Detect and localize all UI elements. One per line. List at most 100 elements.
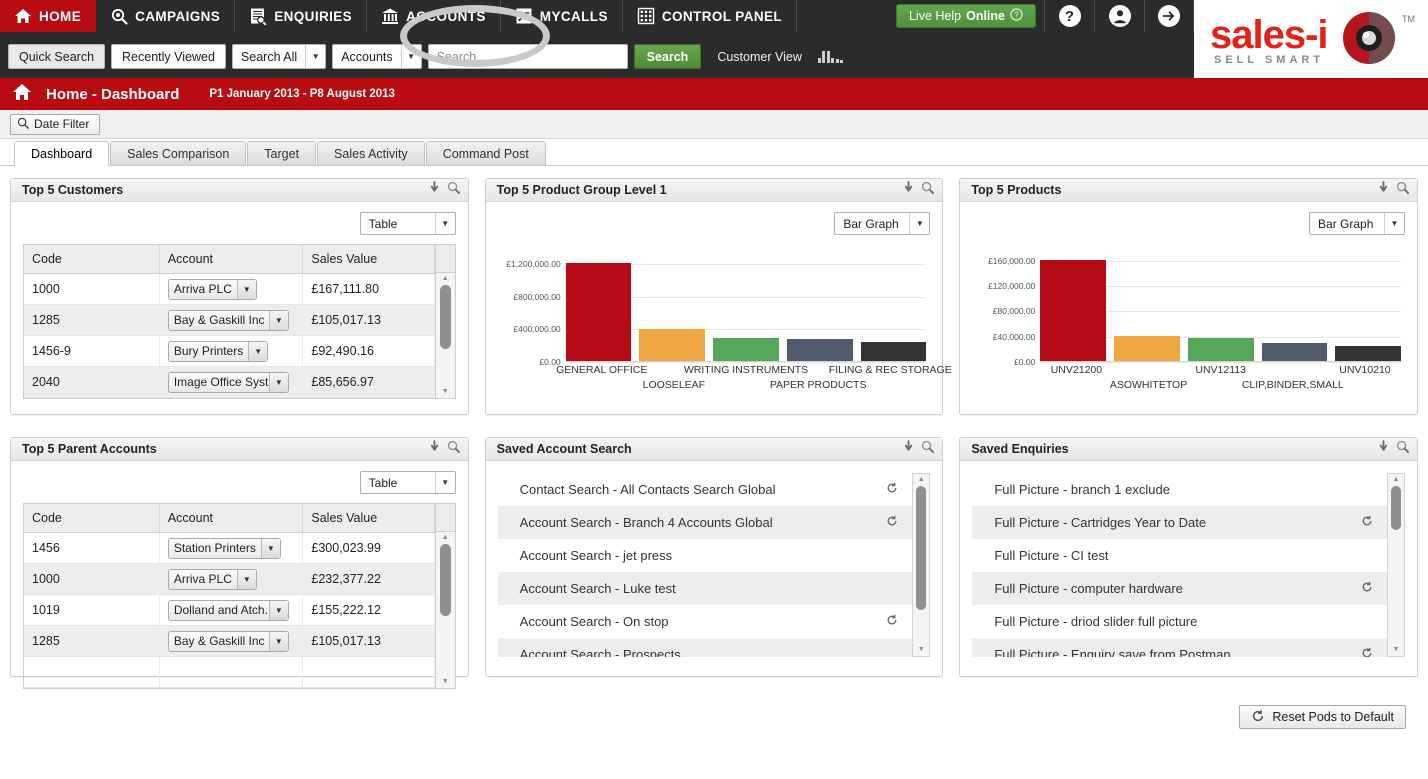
account-select[interactable]: Bury Printers ▼ — [167, 340, 269, 362]
account-select[interactable]: Bay & Gaskill Inc ▼ — [167, 630, 289, 652]
account-select[interactable]: Dolland and Atch... ▼ — [167, 599, 289, 621]
magnifier-icon[interactable] — [921, 440, 935, 458]
bar-chart-icon[interactable] — [817, 50, 844, 63]
list-item[interactable]: Full Picture - Enquiry save from Postman — [972, 638, 1388, 657]
table-row-partial[interactable] — [24, 656, 435, 688]
search-entity-select[interactable]: Accounts ▼ — [332, 44, 422, 69]
magnifier-icon[interactable] — [1396, 181, 1410, 199]
chart-bar[interactable] — [1114, 336, 1180, 361]
chart-bar[interactable] — [1187, 338, 1254, 361]
nav-item-accounts[interactable]: ACCOUNTS — [367, 0, 501, 32]
refresh-icon[interactable] — [1361, 515, 1373, 530]
list-item[interactable]: Full Picture - Cartridges Year to Date — [972, 506, 1388, 539]
list-item[interactable]: Contact Search - All Contacts Search Glo… — [498, 473, 913, 506]
refresh-icon[interactable] — [886, 515, 898, 530]
chart-bar[interactable] — [860, 341, 927, 361]
list-scrollbar[interactable]: ▲ ▼ — [1387, 473, 1406, 657]
list-scrollbar[interactable]: ▲ ▼ — [912, 473, 931, 657]
scrollbar-track[interactable]: ▲ ▼ — [435, 273, 455, 398]
nav-item-control-panel[interactable]: CONTROL PANEL — [623, 0, 798, 32]
chart-bar[interactable] — [713, 338, 779, 361]
down-arrow-icon[interactable] — [903, 181, 914, 199]
recently-viewed-button[interactable]: Recently Viewed — [111, 44, 226, 69]
down-arrow-icon[interactable] — [429, 181, 440, 199]
scroll-down-icon[interactable]: ▼ — [1393, 646, 1400, 654]
chart-bar[interactable] — [1335, 345, 1402, 361]
scroll-down-icon[interactable]: ▼ — [442, 678, 449, 686]
scroll-up-icon[interactable]: ▲ — [1393, 476, 1400, 484]
scroll-down-icon[interactable]: ▼ — [442, 388, 449, 396]
nav-item-campaigns[interactable]: CAMPAIGNS — [96, 0, 236, 32]
table-row[interactable]: 1456-9 Bury Printers ▼ £92,490.16 — [24, 335, 435, 367]
chart-bar[interactable] — [786, 338, 853, 361]
scrollbar-track[interactable]: ▲ ▼ — [435, 532, 455, 688]
table-row[interactable]: 1285 Bay & Gaskill Inc ▼ £105,017.13 — [24, 625, 435, 657]
chart-bar[interactable] — [565, 262, 632, 361]
list-item[interactable]: Account Search - Luke test — [497, 572, 913, 605]
magnifier-icon[interactable] — [447, 181, 460, 199]
down-arrow-icon[interactable] — [903, 440, 914, 458]
tab-sales-activity[interactable]: Sales Activity — [317, 141, 425, 165]
account-select[interactable]: Station Printers ▼ — [167, 537, 281, 559]
search-scope-select[interactable]: Search All ▼ — [231, 44, 327, 69]
account-select[interactable]: Bay & Gaskill Inc ▼ — [167, 309, 289, 331]
table-row[interactable]: 1000 Arriva PLC ▼ £167,111.80 — [24, 273, 435, 305]
list-item[interactable]: Full Picture - branch 1 exclude — [972, 473, 1387, 506]
list-item[interactable]: Account Search - On stop — [498, 605, 913, 638]
account-select[interactable]: Image Office Syst... ▼ — [167, 371, 289, 393]
scrollbar-thumb[interactable] — [1391, 486, 1402, 530]
scrollbar-thumb[interactable] — [916, 486, 927, 610]
view-type-select[interactable]: Table ▼ — [359, 471, 456, 494]
date-filter-button[interactable]: Date Filter — [10, 113, 101, 135]
list-item[interactable]: Account Search - jet press — [498, 539, 913, 572]
scroll-up-icon[interactable]: ▲ — [918, 476, 925, 484]
account-select[interactable]: Arriva PLC ▼ — [167, 278, 257, 300]
customer-view-link[interactable]: Customer View — [717, 50, 802, 64]
down-arrow-icon[interactable] — [1378, 181, 1389, 199]
list-item[interactable]: Account Search - Branch 4 Accounts Globa… — [497, 506, 913, 539]
scroll-up-icon[interactable]: ▲ — [442, 275, 449, 283]
tab-dashboard[interactable]: Dashboard — [14, 141, 110, 166]
chart-bar[interactable] — [1261, 343, 1328, 361]
refresh-icon[interactable] — [886, 482, 898, 497]
tab-target[interactable]: Target — [247, 141, 317, 165]
magnifier-icon[interactable] — [447, 440, 460, 458]
help-button[interactable]: ? — [1044, 0, 1094, 32]
magnifier-icon[interactable] — [921, 181, 935, 199]
table-scrollbar[interactable]: ▲ ▼ — [434, 504, 455, 688]
chart-bar[interactable] — [639, 328, 706, 361]
table-row[interactable]: 1019 Dolland and Atch... ▼ £155,222.12 — [24, 594, 435, 626]
view-type-select[interactable]: Bar Graph ▼ — [834, 212, 931, 235]
user-account-button[interactable] — [1094, 0, 1144, 32]
chart-bar[interactable] — [1040, 259, 1107, 361]
refresh-icon[interactable] — [886, 614, 898, 629]
table-scrollbar[interactable]: ▲ ▼ — [434, 245, 455, 398]
scrollbar-thumb[interactable] — [439, 544, 451, 616]
search-input[interactable] — [427, 44, 628, 69]
nav-item-enquiries[interactable]: ENQUIRIES — [235, 0, 368, 32]
refresh-icon[interactable] — [1361, 647, 1373, 657]
quick-search-button[interactable]: Quick Search — [8, 44, 106, 69]
list-item[interactable]: Full Picture - CI test — [972, 539, 1387, 572]
list-item[interactable]: Full Picture - computer hardware — [972, 572, 1388, 605]
logout-button[interactable] — [1144, 0, 1194, 32]
view-type-select[interactable]: Table ▼ — [359, 212, 456, 235]
magnifier-icon[interactable] — [1396, 440, 1410, 458]
refresh-icon[interactable] — [1361, 581, 1373, 596]
table-row[interactable]: 1285 Bay & Gaskill Inc ▼ £105,017.13 — [24, 304, 435, 336]
nav-item-home[interactable]: HOME — [0, 0, 97, 32]
account-select[interactable]: Arriva PLC ▼ — [167, 568, 257, 590]
view-type-select[interactable]: Bar Graph ▼ — [1309, 212, 1406, 235]
list-item[interactable]: Account Search - Prospects — [497, 638, 913, 657]
down-arrow-icon[interactable] — [1378, 440, 1389, 458]
tab-sales-comparison[interactable]: Sales Comparison — [110, 141, 247, 165]
table-row[interactable]: 1456 Station Printers ▼ £300,023.99 — [24, 532, 435, 564]
scroll-up-icon[interactable]: ▲ — [442, 534, 449, 542]
search-button[interactable]: Search — [633, 44, 702, 69]
table-row[interactable]: 1000 Arriva PLC ▼ £232,377.22 — [24, 563, 435, 595]
live-help-button[interactable]: Live Help Online ? — [895, 4, 1036, 28]
scroll-down-icon[interactable]: ▼ — [918, 646, 925, 654]
nav-item-mycalls[interactable]: MYCALLS — [501, 0, 623, 32]
down-arrow-icon[interactable] — [429, 440, 440, 458]
reset-pods-button[interactable]: Reset Pods to Default — [1239, 705, 1406, 729]
